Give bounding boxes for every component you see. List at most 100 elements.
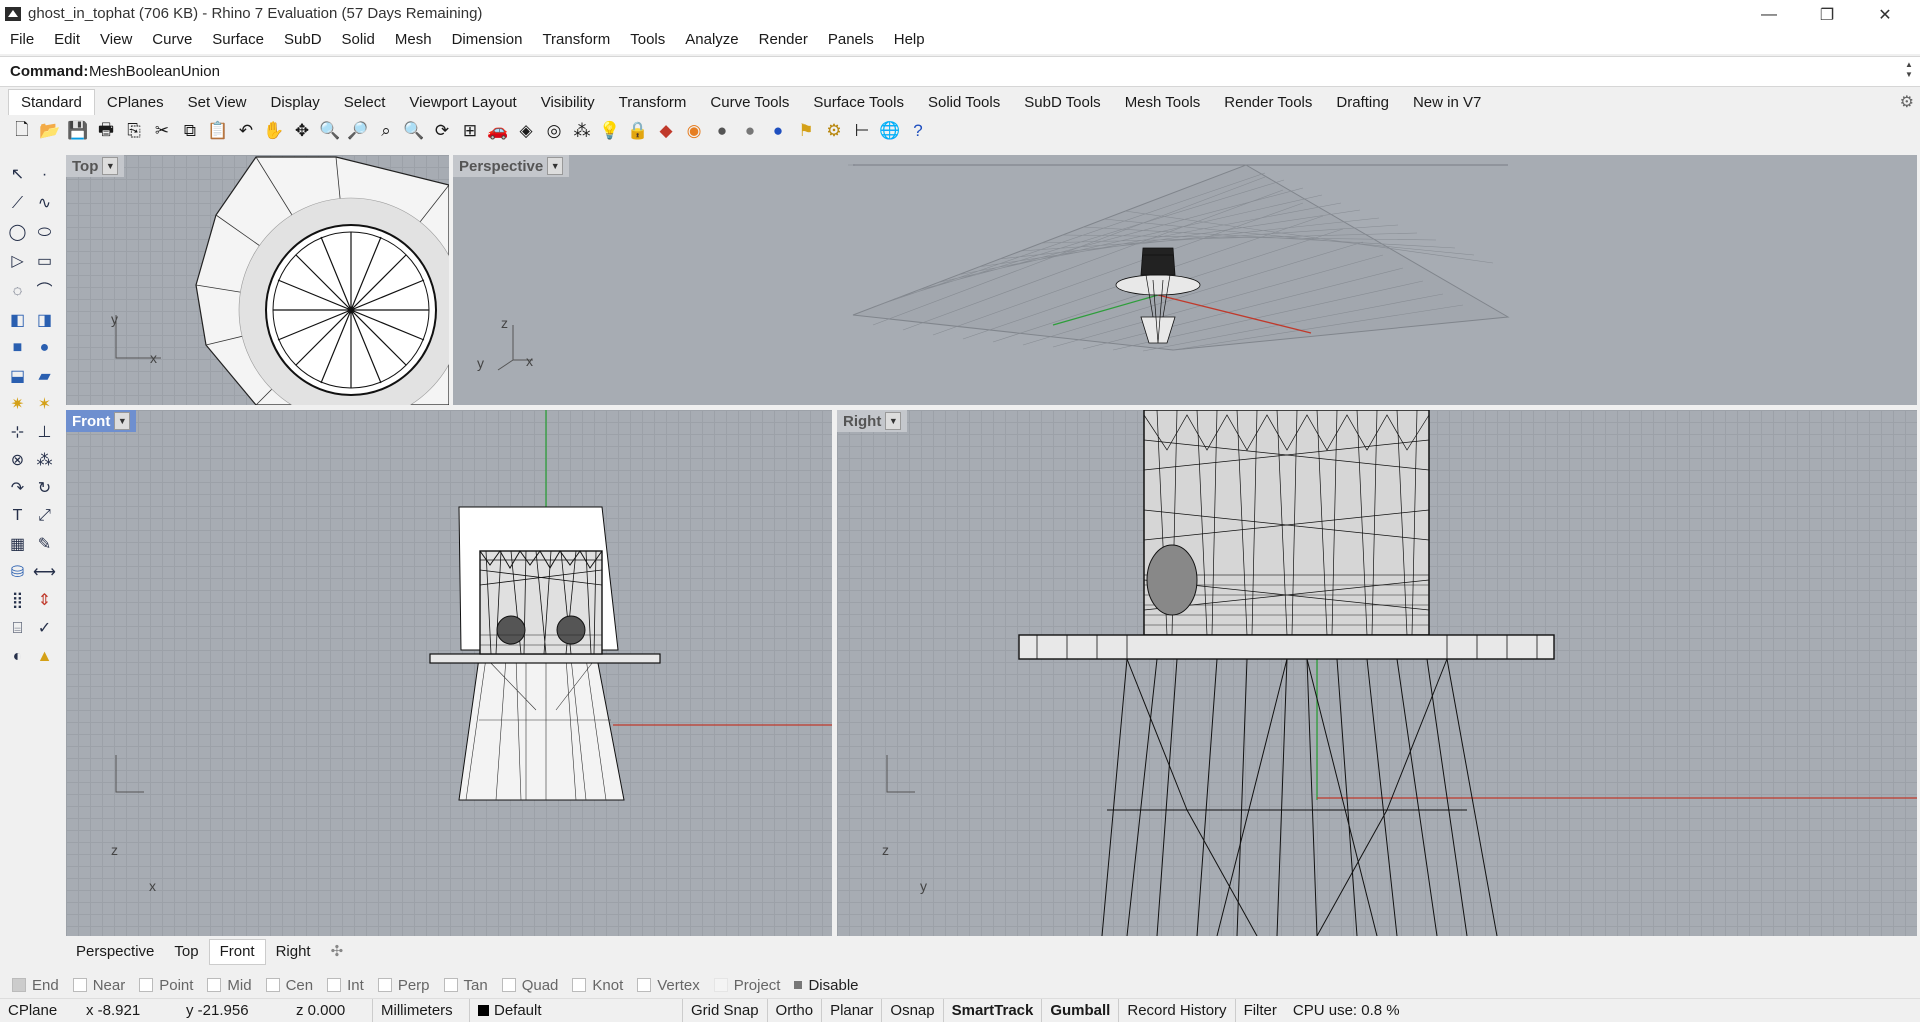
add-viewport-icon[interactable]: ✣ (321, 940, 354, 964)
osnap-tan[interactable]: Tan (443, 977, 488, 994)
globe-icon[interactable]: 🌐 (876, 117, 904, 145)
light-tool-icon[interactable]: ✶ (31, 390, 58, 418)
open-icon[interactable]: 📂 (36, 117, 64, 145)
object-icon[interactable]: ◈ (512, 117, 540, 145)
osnap-project[interactable]: Project (713, 977, 780, 994)
tab-standard[interactable]: Standard (8, 89, 95, 115)
dimension-icon[interactable]: ⟷ (31, 558, 58, 586)
tab-subd-tools[interactable]: SubD Tools (1012, 90, 1112, 115)
undo-icon[interactable]: ↶ (232, 117, 260, 145)
circle-icon[interactable]: ◎ (540, 117, 568, 145)
car-icon[interactable]: 🚗 (484, 117, 512, 145)
mesh-icon[interactable]: ✷ (4, 390, 31, 418)
osnap-knot[interactable]: Knot (572, 977, 623, 994)
viewport-front-label[interactable]: Front ▼ (66, 410, 137, 432)
viewport-perspective-label[interactable]: Perspective ▼ (453, 155, 570, 177)
osnap-disable[interactable]: Disable (794, 977, 859, 994)
menu-surface[interactable]: Surface (202, 29, 274, 54)
osnap-quad-checkbox[interactable] (501, 978, 516, 992)
tab-mesh-tools[interactable]: Mesh Tools (1113, 90, 1213, 115)
osnap-point[interactable]: Point (139, 977, 193, 994)
pan-icon[interactable]: ✋ (260, 117, 288, 145)
tree-icon[interactable]: ⊢ (848, 117, 876, 145)
status-filter[interactable]: Filter (1234, 999, 1285, 1022)
arc-icon[interactable]: ◌ (4, 278, 31, 306)
select-arrow-icon[interactable]: ↖ (4, 160, 31, 188)
tab-render-tools[interactable]: Render Tools (1212, 90, 1324, 115)
print-icon[interactable]: 🖶 (92, 117, 120, 145)
align-icon[interactable]: ⊥ (31, 418, 58, 446)
osnap-perp-checkbox[interactable] (377, 978, 392, 992)
osnap-point-checkbox[interactable] (139, 978, 154, 992)
tab-select[interactable]: Select (332, 90, 398, 115)
tab-cplanes[interactable]: CPlanes (95, 90, 176, 115)
vptab-right[interactable]: Right (266, 940, 321, 964)
render-tool-icon[interactable]: ▲ (31, 643, 58, 671)
chevron-down-icon[interactable]: ▼ (885, 412, 902, 430)
menu-help[interactable]: Help (884, 29, 935, 54)
distance-icon[interactable]: ⇕ (31, 586, 58, 614)
osnap-vertex-checkbox[interactable] (637, 978, 652, 992)
transform-icon[interactable]: ⊹ (4, 418, 31, 446)
status-layer[interactable]: Default (470, 999, 682, 1022)
osnap-near-checkbox[interactable] (72, 978, 87, 992)
zoom-extents-icon[interactable]: ⌕ (372, 117, 400, 145)
material-icon[interactable]: ◆ (652, 117, 680, 145)
osnap-end[interactable]: End (12, 977, 59, 994)
render-sphere-icon[interactable]: ● (736, 117, 764, 145)
twist-icon[interactable]: ↻ (31, 474, 58, 502)
point-icon[interactable]: · (31, 161, 58, 189)
osnap-knot-checkbox[interactable] (572, 978, 587, 992)
menu-file[interactable]: File (0, 29, 44, 54)
status-osnap[interactable]: Osnap (881, 999, 942, 1022)
status-units[interactable]: Millimeters (372, 999, 470, 1022)
extrude-icon[interactable]: ⬓ (4, 362, 31, 390)
zoom-icon[interactable]: 🔍 (316, 117, 344, 145)
menu-panels[interactable]: Panels (818, 29, 884, 54)
tab-viewport-layout[interactable]: Viewport Layout (397, 90, 528, 115)
ellipse-icon[interactable]: ⬭ (31, 219, 58, 247)
viewport-top-label[interactable]: Top ▼ (66, 155, 125, 177)
viewport-right-label[interactable]: Right ▼ (837, 410, 908, 432)
save-icon[interactable]: 💾 (64, 117, 92, 145)
fillet-icon[interactable]: ⌒ (31, 275, 58, 303)
box-icon[interactable]: ■ (4, 334, 31, 362)
menu-dimension[interactable]: Dimension (442, 29, 533, 54)
menu-edit[interactable]: Edit (44, 29, 90, 54)
menu-tools[interactable]: Tools (620, 29, 675, 54)
tab-display[interactable]: Display (259, 90, 332, 115)
group-icon[interactable]: ⁂ (31, 446, 58, 474)
tab-set-view[interactable]: Set View (176, 90, 259, 115)
polygon-icon[interactable]: ▷ (4, 247, 31, 275)
zoom-window-icon[interactable]: 🔎 (344, 117, 372, 145)
osnap-mid[interactable]: Mid (207, 977, 252, 994)
osnap-disable-checkbox[interactable] (794, 981, 803, 989)
status-gumball[interactable]: Gumball (1041, 999, 1118, 1022)
shade-icon[interactable]: ◐ (4, 643, 31, 671)
zoom-selected-icon[interactable]: 🔍 (400, 117, 428, 145)
osnap-tan-checkbox[interactable] (443, 978, 458, 992)
menu-curve[interactable]: Curve (142, 29, 202, 54)
close-button[interactable]: ✕ (1856, 0, 1914, 29)
tab-transform[interactable]: Transform (607, 90, 699, 115)
chevron-down-icon[interactable]: ▼ (547, 157, 564, 175)
tab-visibility[interactable]: Visibility (529, 90, 607, 115)
osnap-quad[interactable]: Quad (501, 977, 558, 994)
bend-icon[interactable]: ↷ (4, 474, 31, 502)
status-smarttrack[interactable]: SmartTrack (942, 999, 1042, 1022)
menu-render[interactable]: Render (749, 29, 818, 54)
minimize-button[interactable]: — (1740, 0, 1798, 29)
menu-mesh[interactable]: Mesh (385, 29, 442, 54)
snap-icon[interactable]: ⁂ (568, 117, 596, 145)
solid-icon[interactable]: ● (31, 334, 58, 362)
osnap-mid-checkbox[interactable] (207, 978, 222, 992)
viewport-top[interactable]: Top ▼ y x (66, 155, 449, 405)
osnap-perp[interactable]: Perp (377, 977, 430, 994)
tab-surface-tools[interactable]: Surface Tools (801, 90, 916, 115)
command-scroll-arrows[interactable]: ▲ ▼ (1902, 60, 1916, 82)
tab-solid-tools[interactable]: Solid Tools (916, 90, 1012, 115)
rotate-view-icon[interactable]: ⟳ (428, 117, 456, 145)
color-wheel-icon[interactable]: ◉ (680, 117, 708, 145)
status-record-history[interactable]: Record History (1118, 999, 1234, 1022)
menu-solid[interactable]: Solid (332, 29, 385, 54)
